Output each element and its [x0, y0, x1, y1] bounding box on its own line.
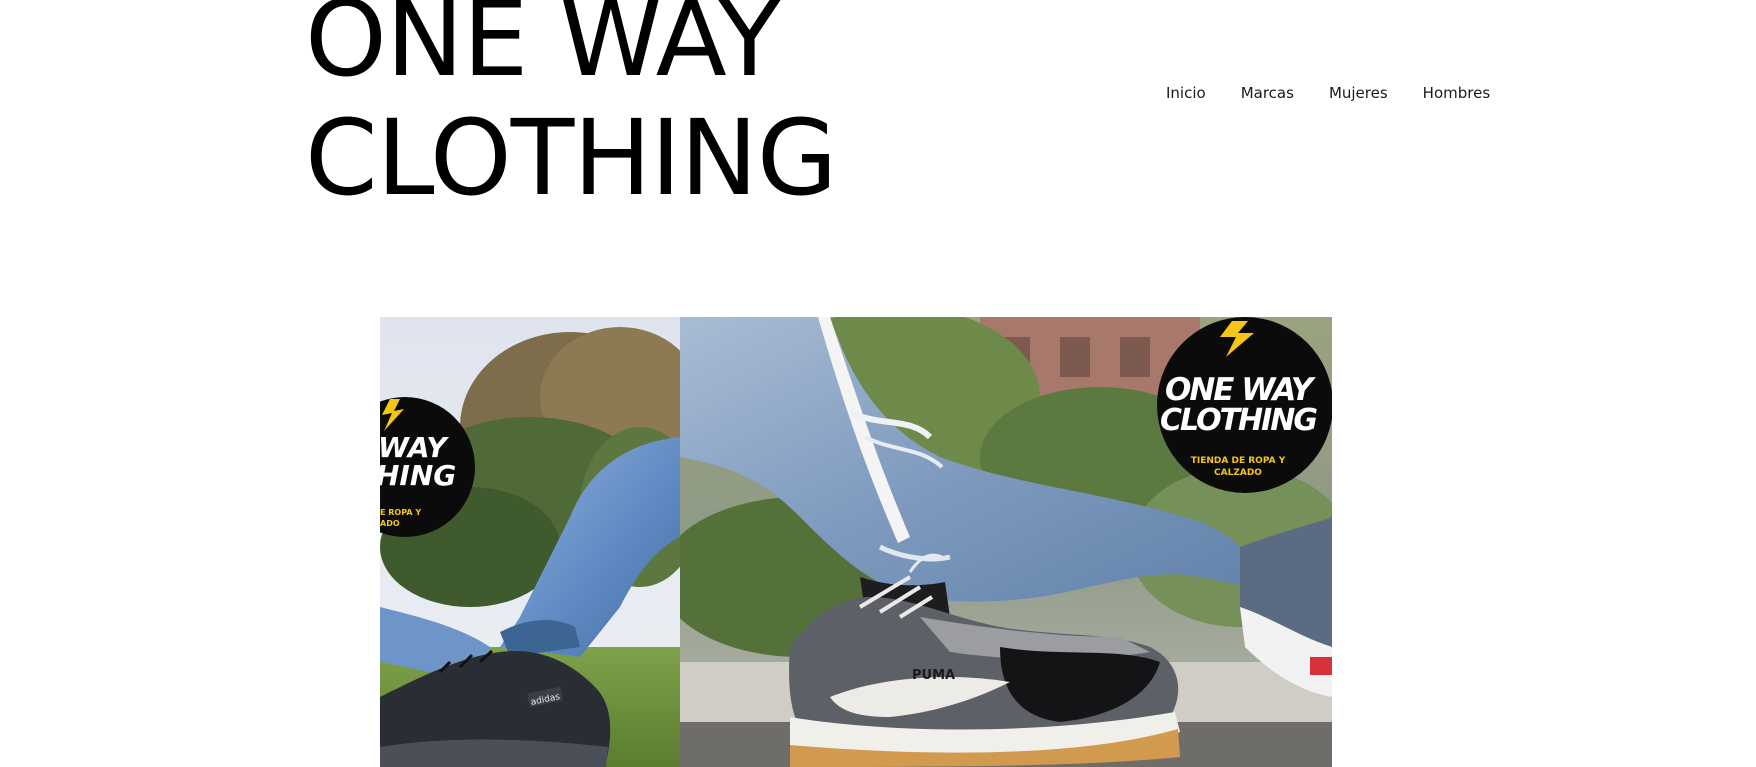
badge-tagline1: TIENDA DE ROPA Y: [1191, 456, 1286, 466]
main-nav: Inicio Marcas Mujeres Hombres: [1166, 84, 1490, 102]
badge-tagline2: CALZADO: [1214, 468, 1262, 478]
sneaker-photo-left: adidas WAY HING E ROPA Y ADO: [380, 317, 680, 767]
nav-item-hombres[interactable]: Hombres: [1423, 84, 1490, 102]
site-title[interactable]: ONE WAY CLOTHING: [305, 0, 925, 218]
gallery-photo-right[interactable]: PUMA ONE WAY CLOTHING TIENDA DE ROPA Y C…: [680, 317, 1332, 767]
sneaker-photo-right: PUMA ONE WAY CLOTHING TIENDA DE ROPA Y C…: [680, 317, 1332, 767]
badge-line2: HING: [380, 459, 456, 492]
badge-tagline2: ADO: [380, 519, 400, 528]
nav-item-mujeres[interactable]: Mujeres: [1329, 84, 1388, 102]
badge-tagline1: E ROPA Y: [380, 508, 421, 517]
nav-item-inicio[interactable]: Inicio: [1166, 84, 1206, 102]
page: ONE WAY CLOTHING Inicio Marcas Mujeres H…: [0, 0, 1756, 767]
badge-line2: CLOTHING: [1160, 403, 1317, 438]
gallery-photo-left[interactable]: adidas WAY HING E ROPA Y ADO: [380, 317, 680, 767]
nav-item-marcas[interactable]: Marcas: [1241, 84, 1294, 102]
shoe-brand-label: PUMA: [912, 668, 955, 683]
hero-gallery: adidas WAY HING E ROPA Y ADO PUMA ONE WA…: [380, 317, 1332, 767]
